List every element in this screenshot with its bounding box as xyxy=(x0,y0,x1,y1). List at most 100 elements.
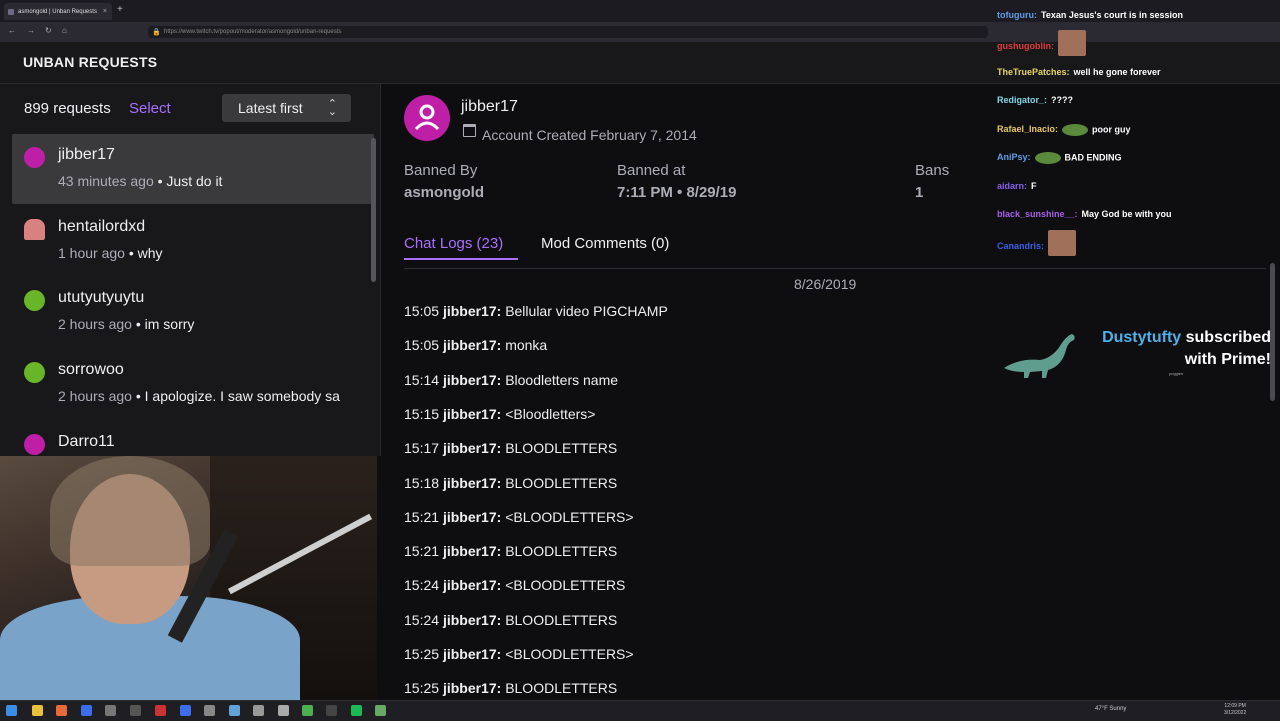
sub-alert-username: Dustytufty xyxy=(1102,329,1182,346)
user-avatar-icon xyxy=(24,434,45,455)
bans-label: Bans xyxy=(915,162,950,179)
calendar-icon xyxy=(463,124,476,137)
back-arrow-icon[interactable]: ← xyxy=(8,26,16,35)
message-user[interactable]: jibber17: xyxy=(443,612,501,628)
app-icon[interactable] xyxy=(155,705,166,716)
chat-log-message: 15:15 jibber17: <Bloodletters> xyxy=(404,406,595,422)
url-field[interactable]: https://www.twitch.tv/popout/moderator/a… xyxy=(148,26,988,38)
tab-chat-logs[interactable]: Chat Logs (23) xyxy=(404,235,503,252)
sub-alert-text2: with Prime! xyxy=(1184,351,1271,368)
app-icon[interactable] xyxy=(229,705,240,716)
steam-icon[interactable] xyxy=(326,705,337,716)
request-item[interactable]: Darro11 xyxy=(12,421,374,456)
stream-chat-user: Canandris: xyxy=(997,241,1045,252)
request-meta: 2 hours ago • im sorry xyxy=(58,316,195,332)
message-user[interactable]: jibber17: xyxy=(443,680,501,696)
banned-by-label: Banned By xyxy=(404,162,478,179)
user-avatar-icon xyxy=(404,95,450,141)
firefox-icon[interactable] xyxy=(56,705,67,716)
message-user[interactable]: jibber17: xyxy=(443,337,501,353)
spotify-icon[interactable] xyxy=(351,705,362,716)
clock[interactable]: 12:09 PM 3/12/2022 xyxy=(1224,703,1246,717)
bans-value: 1 xyxy=(915,184,924,201)
stream-chat-user: Rafael_Inacio: xyxy=(997,124,1059,135)
weather-status[interactable]: 47°F Sunny xyxy=(1095,706,1126,712)
app-icon[interactable] xyxy=(375,705,386,716)
chrome-icon[interactable] xyxy=(302,705,313,716)
message-user[interactable]: jibber17: xyxy=(443,440,501,456)
file-explorer-icon[interactable] xyxy=(32,705,43,716)
app-icon[interactable] xyxy=(180,705,191,716)
message-user[interactable]: jibber17: xyxy=(443,646,501,662)
request-item[interactable]: sorrowoo 2 hours ago • I apologize. I sa… xyxy=(12,349,378,419)
face-emote-icon xyxy=(1057,30,1086,56)
request-item[interactable]: hentailordxd 1 hour ago • why xyxy=(12,206,374,276)
message-text: Bloodletters name xyxy=(505,371,619,388)
url-text: https://www.twitch.tv/popout/moderator/a… xyxy=(164,29,342,35)
request-username: ututyutyuytu xyxy=(58,289,145,306)
sort-chevron-icon: ⌃ ⌄ xyxy=(327,98,337,118)
list-scrollbar[interactable] xyxy=(371,138,376,282)
stream-chat-text: ???? xyxy=(1051,95,1074,105)
webcam-hair xyxy=(50,456,210,566)
stream-chat-user: gushugoblin: xyxy=(997,41,1054,52)
message-text: monka xyxy=(505,337,548,354)
chat-log-message: 15:18 jibber17: BLOODLETTERS xyxy=(404,475,617,491)
message-text: <BLOODLETTERS> xyxy=(505,508,634,525)
message-text: BLOODLETTERS xyxy=(505,543,618,560)
request-meta: 43 minutes ago • Just do it xyxy=(58,173,223,189)
home-icon[interactable]: ⌂ xyxy=(62,26,67,35)
app-icon[interactable] xyxy=(130,705,141,716)
stream-chat-user: tofuguru: xyxy=(997,10,1037,20)
close-tab-icon[interactable]: × xyxy=(103,8,107,15)
message-text: BLOODLETTERS xyxy=(505,680,618,697)
message-text: Bellular video PIGCHAMP xyxy=(505,303,668,319)
message-user[interactable]: jibber17: xyxy=(443,372,501,388)
message-text: <Bloodletters> xyxy=(505,405,596,422)
message-text: BLOODLETTERS xyxy=(505,440,618,457)
page-title: UNBAN REQUESTS xyxy=(23,54,158,70)
message-time: 15:05 xyxy=(404,337,440,354)
stream-chat-user: AniPsy: xyxy=(997,152,1031,163)
stream-chat-text: Texan Jesus's court is in session xyxy=(1040,10,1184,20)
message-user[interactable]: jibber17: xyxy=(443,543,501,559)
app-icon[interactable] xyxy=(204,705,215,716)
browser-tab[interactable]: asmongold | Unban Requests × xyxy=(4,3,112,20)
message-user[interactable]: jibber17: xyxy=(443,475,501,491)
stream-chat-text: May God be with you xyxy=(1081,209,1172,219)
app-icon[interactable] xyxy=(105,705,116,716)
chat-log-message: 15:25 jibber17: <BLOODLETTERS> xyxy=(404,646,634,662)
message-time: 15:15 xyxy=(404,405,440,422)
message-text: BLOODLETTERS xyxy=(505,611,618,628)
message-text: BLOODLETTERS xyxy=(505,474,618,491)
request-item[interactable]: ututyutyuytu 2 hours ago • im sorry xyxy=(12,277,374,347)
message-time: 15:25 xyxy=(404,680,440,697)
message-user[interactable]: jibber17: xyxy=(443,303,501,319)
message-user[interactable]: jibber17: xyxy=(443,509,501,525)
request-item[interactable]: jibber17 43 minutes ago • Just do it xyxy=(12,134,374,204)
new-tab-button[interactable]: + xyxy=(117,4,123,15)
message-user[interactable]: jibber17: xyxy=(443,577,501,593)
app-icon[interactable] xyxy=(81,705,92,716)
anime-avatar-icon xyxy=(24,219,45,240)
taskbar: 47°F Sunny 12:09 PM 3/12/2022 xyxy=(0,700,1280,721)
app-icon[interactable] xyxy=(278,705,289,716)
divider xyxy=(404,268,1266,269)
request-username: Darro11 xyxy=(58,433,115,450)
windows-start-icon[interactable] xyxy=(6,705,17,716)
message-time: 15:24 xyxy=(404,611,440,628)
app-icon[interactable] xyxy=(253,705,264,716)
sort-dropdown[interactable]: Latest first ⌃ ⌄ xyxy=(222,94,351,122)
select-button[interactable]: Select xyxy=(129,100,171,117)
reload-icon[interactable]: ↻ xyxy=(45,26,52,35)
forward-arrow-icon[interactable]: → xyxy=(27,26,35,35)
stream-chat-user: black_sunshine__: xyxy=(997,209,1078,219)
chat-log-message: 15:24 jibber17: BLOODLETTERS xyxy=(404,612,617,628)
message-user[interactable]: jibber17: xyxy=(443,406,501,422)
request-username: hentailordxd xyxy=(58,218,146,235)
stream-chat-line: black_sunshine__: May God be with you xyxy=(997,209,1172,219)
stream-chat-text: BAD ENDING xyxy=(1064,152,1122,163)
message-time: 15:25 xyxy=(404,646,440,662)
tab-mod-comments[interactable]: Mod Comments (0) xyxy=(541,235,669,252)
stream-chat-user: TheTruePatches: xyxy=(997,67,1070,77)
